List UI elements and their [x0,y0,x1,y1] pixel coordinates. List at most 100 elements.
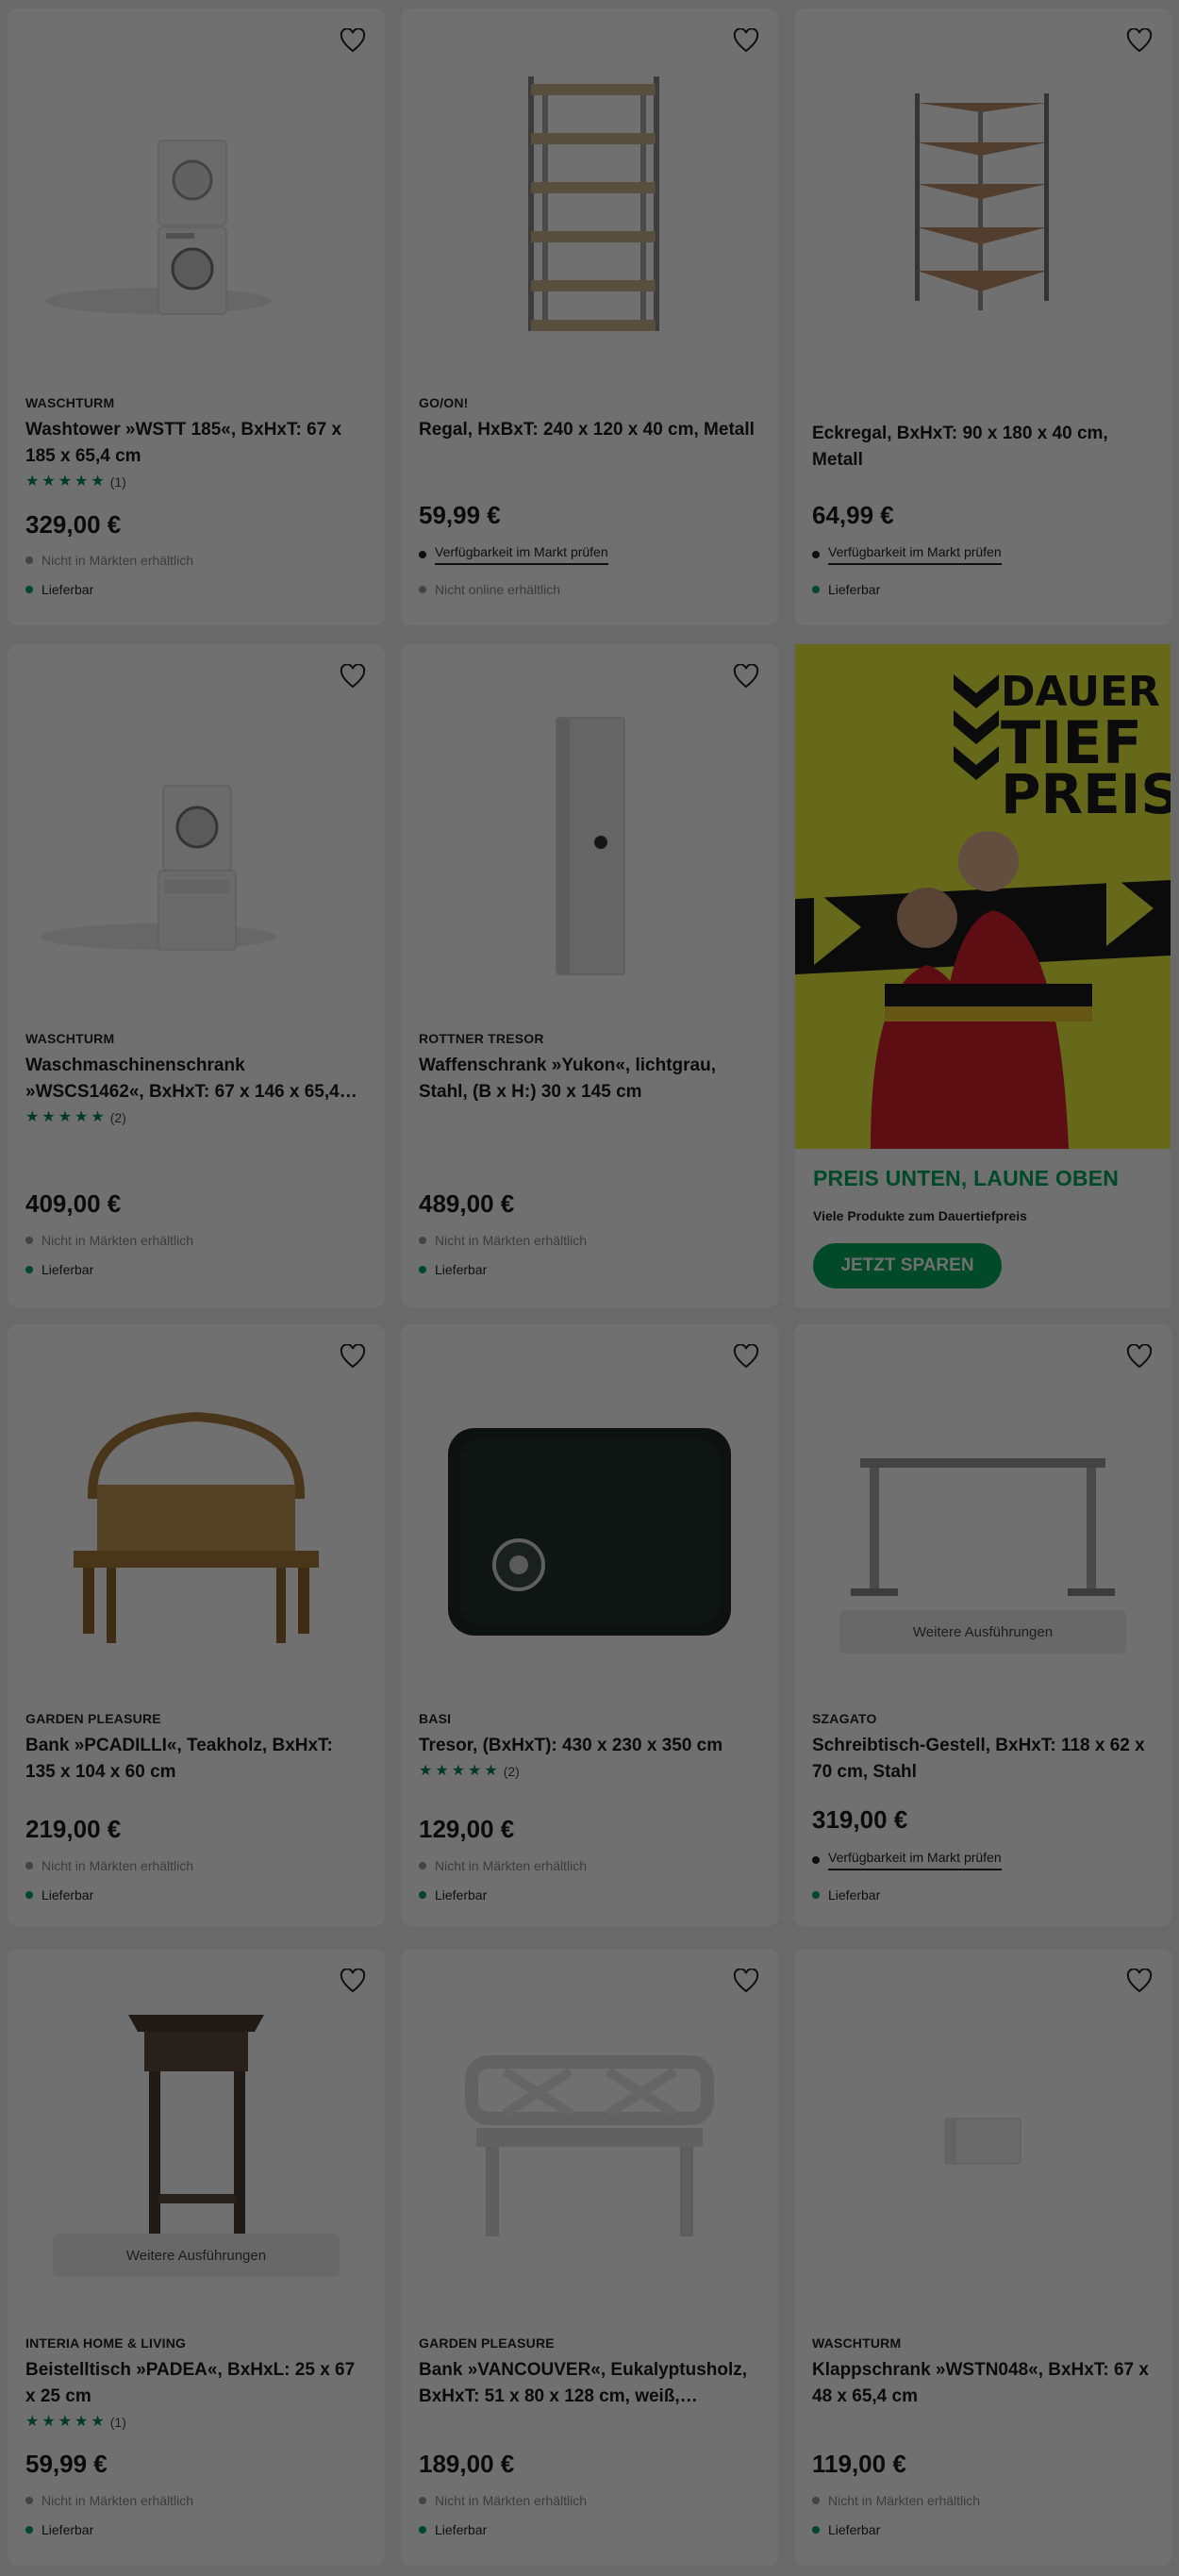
product-card[interactable]: GARDEN PLEASURE Bank »PCADILLI«, Teakhol… [8,1324,385,1926]
status-dot [812,2497,820,2504]
product-card[interactable]: Eckregal, BxHxT: 90 x 180 x 40 cm, Metal… [794,8,1171,625]
rating-count: (2) [503,1764,520,1779]
check-store-availability-link[interactable]: Verfügbarkeit im Markt prüfen [828,1850,1002,1870]
product-price: 59,99 € [419,501,501,529]
product-title[interactable]: Bank »VANCOUVER«, Eukalyptusholz, BxHxT:… [419,2357,760,2410]
store-availability: Nicht in Märkten erhältlich [419,1233,587,1248]
store-availability: Nicht in Märkten erhältlich [25,2493,193,2508]
status-dot [25,1266,33,1273]
status-dot [25,2526,33,2534]
product-price: 64,99 € [812,501,894,529]
product-image[interactable] [794,1949,1171,2326]
online-availability: Lieferbar [25,2522,93,2537]
product-image[interactable] [401,8,778,386]
product-brand: INTERIA HOME & LIVING [25,2335,187,2351]
promo-image[interactable]: DAUER TIEF PREIS [795,644,1171,1149]
status-dot [419,1237,426,1244]
star-icon: ★ [58,2414,73,2430]
wishlist-heart-icon[interactable] [731,1966,761,1996]
product-price: 319,00 € [812,1805,908,1834]
product-image[interactable] [401,644,778,1022]
online-availability: Lieferbar [25,582,93,597]
wishlist-heart-icon[interactable] [1124,1966,1154,1996]
wishlist-heart-icon[interactable] [1124,1341,1154,1371]
product-title[interactable]: Klappschrank »WSTN048«, BxHxT: 67 x 48 x… [812,2357,1154,2410]
wishlist-heart-icon[interactable] [338,25,368,56]
product-card[interactable]: WASCHTURM Klappschrank »WSTN048«, BxHxT:… [794,1949,1171,2566]
product-title[interactable]: Waschmaschinenschrank »WSCS1462«, BxHxT:… [25,1053,367,1105]
product-card[interactable]: Weitere Ausführungen INTERIA HOME & LIVI… [8,1949,385,2566]
product-rating[interactable]: ★ ★ ★ ★ ★ (1) [25,2414,367,2431]
promo-teaser[interactable]: DAUER TIEF PREIS PREIS UNTEN, LAUNE OBEN… [795,644,1171,1307]
product-title[interactable]: Regal, HxBxT: 240 x 120 x 40 cm, Metall [419,417,760,443]
status-dot [812,586,820,593]
product-image[interactable] [8,1324,385,1702]
product-brand: ROTTNER TRESOR [419,1031,544,1046]
product-rating[interactable]: ★ ★ ★ ★ ★ (1) [25,474,367,490]
product-brand: GARDEN PLEASURE [25,1711,161,1726]
wishlist-heart-icon[interactable] [731,25,761,56]
status-dot [812,1891,820,1899]
star-icon: ★ [91,2414,105,2430]
status-dot [812,1856,820,1864]
product-brand: GO/ON! [419,395,469,410]
product-title[interactable]: Bank »PCADILLI«, Teakholz, BxHxT: 135 x … [25,1733,367,1786]
star-icon: ★ [58,1109,73,1125]
product-card[interactable]: BASI Tresor, (BxHxT): 430 x 230 x 350 cm… [401,1324,778,1926]
status-dot [812,2526,820,2534]
store-availability[interactable]: Verfügbarkeit im Markt prüfen [419,544,608,565]
store-availability: Nicht in Märkten erhältlich [419,2493,587,2508]
wishlist-heart-icon[interactable] [731,1341,761,1371]
more-variants-button[interactable]: Weitere Ausführungen [839,1610,1126,1654]
status-dot [25,557,33,564]
status-dot [419,1891,426,1899]
product-card[interactable]: WASCHTURM Waschmaschinenschrank »WSCS146… [8,644,385,1307]
product-rating[interactable]: ★ ★ ★ ★ ★ (2) [25,1109,367,1126]
product-rating[interactable]: ★ ★ ★ ★ ★ (2) [419,1763,760,1780]
product-image[interactable] [401,1324,778,1702]
more-variants-button[interactable]: Weitere Ausführungen [53,2234,340,2277]
product-brand: BASI [419,1711,452,1726]
product-image[interactable] [8,8,385,386]
status-dot [419,1266,426,1273]
store-availability: Nicht in Märkten erhältlich [812,2493,980,2508]
status-dot [419,586,426,593]
product-card[interactable]: ROTTNER TRESOR Waffenschrank »Yukon«, li… [401,644,778,1307]
star-icon: ★ [25,2414,40,2430]
star-icon: ★ [25,474,40,490]
product-title[interactable]: Beistelltisch »PADEA«, BxHxL: 25 x 67 x … [25,2357,367,2410]
store-availability: Nicht in Märkten erhältlich [25,1858,193,1873]
product-image[interactable] [794,8,1171,386]
product-card[interactable]: GARDEN PLEASURE Bank »VANCOUVER«, Eukaly… [401,1949,778,2566]
store-availability[interactable]: Verfügbarkeit im Markt prüfen [812,1850,1002,1870]
store-availability[interactable]: Verfügbarkeit im Markt prüfen [812,544,1002,565]
product-title[interactable]: Tresor, (BxHxT): 430 x 230 x 350 cm [419,1733,760,1759]
product-title[interactable]: Schreibtisch-Gestell, BxHxT: 118 x 62 x … [812,1733,1154,1786]
promo-subline: Viele Produkte zum Dauertiefpreis [813,1208,1027,1223]
product-title[interactable]: Washtower »WSTT 185«, BxHxT: 67 x 185 x … [25,417,367,470]
star-icon: ★ [58,474,73,490]
jetzt-sparen-button[interactable]: JETZT SPAREN [813,1243,1002,1288]
online-availability: Lieferbar [419,1887,487,1903]
wishlist-heart-icon[interactable] [338,1341,368,1371]
star-icon: ★ [42,474,56,490]
online-availability: Lieferbar [419,1262,487,1277]
product-title[interactable]: Eckregal, BxHxT: 90 x 180 x 40 cm, Metal… [812,421,1154,474]
wishlist-heart-icon[interactable] [731,661,761,691]
product-card[interactable]: WASCHTURM Washtower »WSTT 185«, BxHxT: 6… [8,8,385,625]
store-availability: Nicht in Märkten erhältlich [25,1233,193,1248]
product-card[interactable]: GO/ON! Regal, HxBxT: 240 x 120 x 40 cm, … [401,8,778,625]
product-card[interactable]: Weitere Ausführungen SZAGATO Schreibtisc… [794,1324,1171,1926]
star-icon: ★ [91,1109,105,1125]
product-price: 219,00 € [25,1815,122,1843]
online-availability: Nicht online erhältlich [419,582,560,597]
promo-logo-line: PREIS [1001,762,1171,826]
check-store-availability-link[interactable]: Verfügbarkeit im Markt prüfen [828,544,1002,565]
wishlist-heart-icon[interactable] [338,1966,368,1996]
wishlist-heart-icon[interactable] [338,661,368,691]
wishlist-heart-icon[interactable] [1124,25,1154,56]
product-image[interactable] [401,1949,778,2326]
check-store-availability-link[interactable]: Verfügbarkeit im Markt prüfen [435,544,608,565]
product-title[interactable]: Waffenschrank »Yukon«, lichtgrau, Stahl,… [419,1053,760,1105]
product-image[interactable] [8,644,385,1022]
